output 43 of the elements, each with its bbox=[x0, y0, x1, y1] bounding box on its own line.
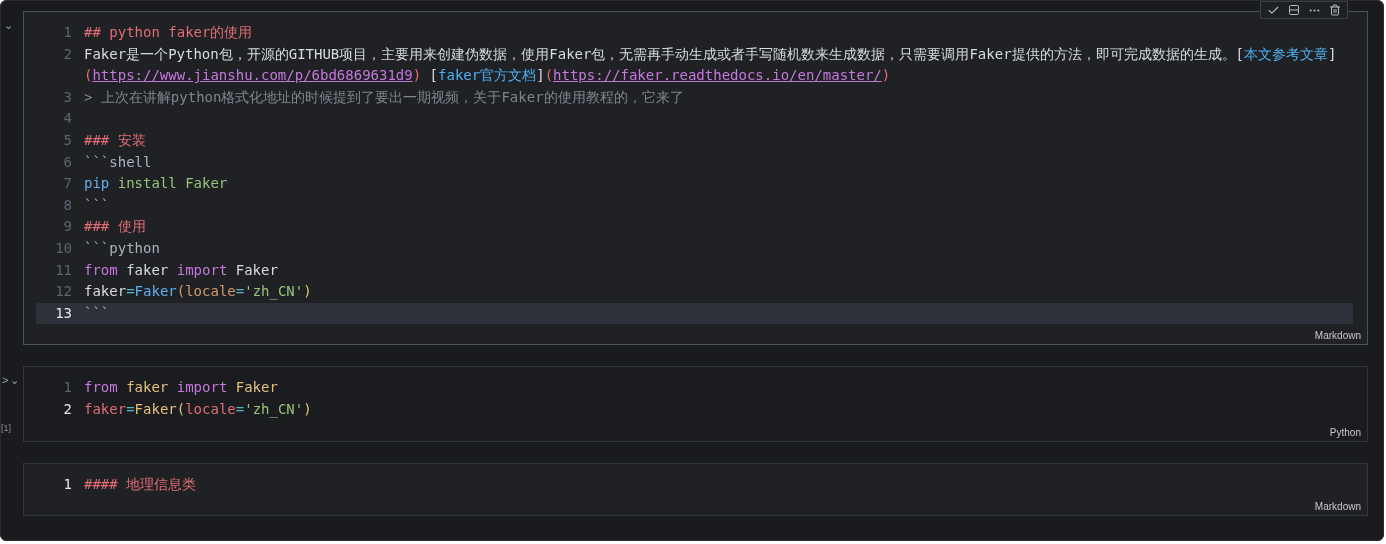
code-line: ### 使用 bbox=[84, 217, 147, 237]
cell-language[interactable]: Markdown bbox=[1314, 501, 1361, 514]
line-number: 8 bbox=[62, 195, 73, 215]
run-caret[interactable]: > bbox=[2, 372, 9, 389]
line-number: 11 bbox=[54, 260, 73, 280]
line-number: 9 bbox=[62, 217, 73, 237]
code-line: pip install Faker bbox=[84, 174, 229, 194]
cell-language[interactable]: Markdown bbox=[1314, 330, 1361, 343]
cell-language[interactable]: Python bbox=[1329, 426, 1361, 439]
line-number: 7 bbox=[62, 174, 73, 194]
line-number: 12 bbox=[54, 282, 73, 302]
code-line: ```python bbox=[84, 238, 161, 258]
line-number: 2 bbox=[62, 44, 73, 64]
collapse-caret[interactable]: ⌄ bbox=[8, 372, 20, 389]
collapse-caret[interactable]: ⌄ bbox=[2, 17, 13, 34]
code-line: > 上次在讲解python格式化地址的时候提到了要出一期视频，关于Faker的使用教程的，它来了 bbox=[84, 87, 685, 107]
code-line: Faker是一个Python包，开源的GITHUB项目，主要用来创建伪数据，使用Faker包，无需再手动生成或者手写随机数来生成数据，只需要调用Faker提供的方法，即可完成数据的生成。[本文参考文章] (https://www.jianshu.com/p/6bd6869631d9) [faker官方文档](https://faker.readthedocs.io/en/master/) bbox=[84, 44, 1338, 86]
line-number: 2 bbox=[62, 399, 73, 419]
line-number: 1 bbox=[62, 23, 73, 42]
code-line: faker=Faker(locale='zh_CN') bbox=[84, 282, 313, 302]
line-number: 5 bbox=[62, 130, 73, 150]
code-line: ## python faker的使用 bbox=[84, 23, 254, 42]
delete-icon[interactable] bbox=[1329, 4, 1341, 16]
line-number: 3 bbox=[62, 87, 73, 107]
code-line: ```shell bbox=[84, 152, 153, 172]
split-icon[interactable] bbox=[1288, 4, 1300, 16]
line-number: 4 bbox=[62, 109, 73, 129]
line-number: 10 bbox=[54, 238, 73, 258]
execution-count: [1] bbox=[1, 422, 11, 435]
code-line: #### 地理信息类 bbox=[84, 474, 198, 494]
code-line: ### 安装 bbox=[84, 130, 147, 150]
code-line: ``` bbox=[84, 303, 111, 323]
line-number: 1 bbox=[62, 378, 73, 398]
line-number: 13 bbox=[54, 303, 73, 323]
code-line: faker=Faker(locale='zh_CN') bbox=[84, 399, 313, 420]
markdown-cell[interactable]: 1 #### 地理信息类 Markdown bbox=[23, 462, 1368, 517]
code-cell[interactable]: 1 from faker import Faker 2 faker=Faker(locale='zh_CN') Python bbox=[23, 366, 1368, 442]
line-number: 6 bbox=[62, 152, 73, 172]
code-line: from faker import Faker bbox=[84, 260, 279, 280]
markdown-cell[interactable] bbox=[23, 11, 1368, 346]
code-line: from faker import Faker bbox=[84, 378, 279, 398]
code-line: ``` bbox=[84, 195, 111, 215]
line-number: 1 bbox=[62, 474, 73, 494]
